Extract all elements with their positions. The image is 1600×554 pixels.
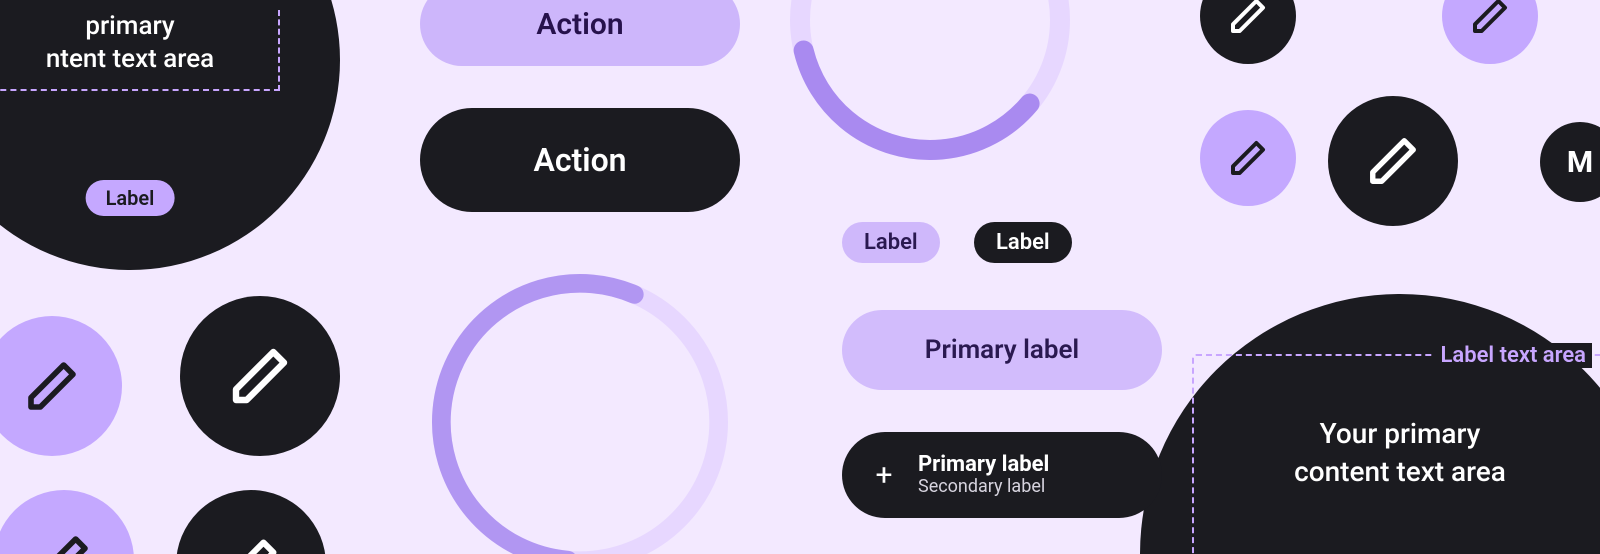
pencil-icon	[221, 535, 281, 554]
label-text-area-header: Label text area	[1434, 343, 1592, 368]
watch-face-top-left: primary ntent text area Label	[0, 0, 340, 270]
label-text-area-frame: Label text area Your primary content tex…	[1192, 354, 1600, 554]
content-line2: content text area	[1208, 453, 1592, 491]
fab-dark-3[interactable]	[176, 490, 326, 554]
pencil-icon	[1228, 138, 1268, 178]
fab-dark-2[interactable]	[180, 296, 340, 456]
secondary-label: Secondary label	[918, 477, 1045, 497]
fab-more[interactable]: M	[1540, 122, 1600, 202]
progress-indicator-1	[780, 0, 1080, 170]
button-label: Primary label	[925, 335, 1079, 365]
content-text-line2: ntent text area	[0, 43, 266, 76]
action-button-filled[interactable]: Action	[420, 108, 740, 212]
content-line1: Your primary	[1208, 415, 1592, 453]
chip-label[interactable]: Label	[86, 180, 175, 216]
primary-label: Primary label	[918, 453, 1049, 477]
pencil-icon	[24, 358, 80, 414]
pencil-icon	[228, 344, 292, 408]
fab-tonal-4[interactable]	[0, 490, 134, 554]
button-label: Action	[533, 141, 626, 179]
fab-tonal-2[interactable]	[1200, 110, 1296, 206]
fab-dark-1[interactable]	[1200, 0, 1296, 64]
button-labels: Primary label Secondary label	[918, 453, 1049, 497]
chip-tonal[interactable]: Label	[842, 222, 940, 263]
fab-dark-large[interactable]	[1328, 96, 1458, 226]
plus-icon: +	[868, 458, 900, 493]
progress-indicator-2	[420, 262, 740, 554]
button-label: Action	[536, 7, 623, 42]
action-button-tonal[interactable]: Action	[420, 0, 740, 66]
pencil-icon	[36, 532, 92, 554]
primary-secondary-button[interactable]: + Primary label Secondary label	[842, 432, 1162, 518]
pencil-icon	[1366, 134, 1420, 188]
primary-label-button[interactable]: Primary label	[842, 310, 1162, 390]
fab-tonal-3[interactable]	[0, 316, 122, 456]
watch-face-bottom-right: Label text area Your primary content tex…	[1140, 294, 1600, 554]
pencil-icon	[1470, 0, 1510, 36]
content-text-line1: primary	[0, 10, 266, 43]
pencil-icon	[1228, 0, 1268, 36]
primary-content-text: Your primary content text area	[1208, 381, 1592, 491]
fab-tonal-1[interactable]	[1442, 0, 1538, 64]
content-text-area: primary ntent text area	[0, 10, 280, 91]
more-label: M	[1567, 145, 1593, 180]
chip-filled[interactable]: Label	[974, 222, 1072, 263]
